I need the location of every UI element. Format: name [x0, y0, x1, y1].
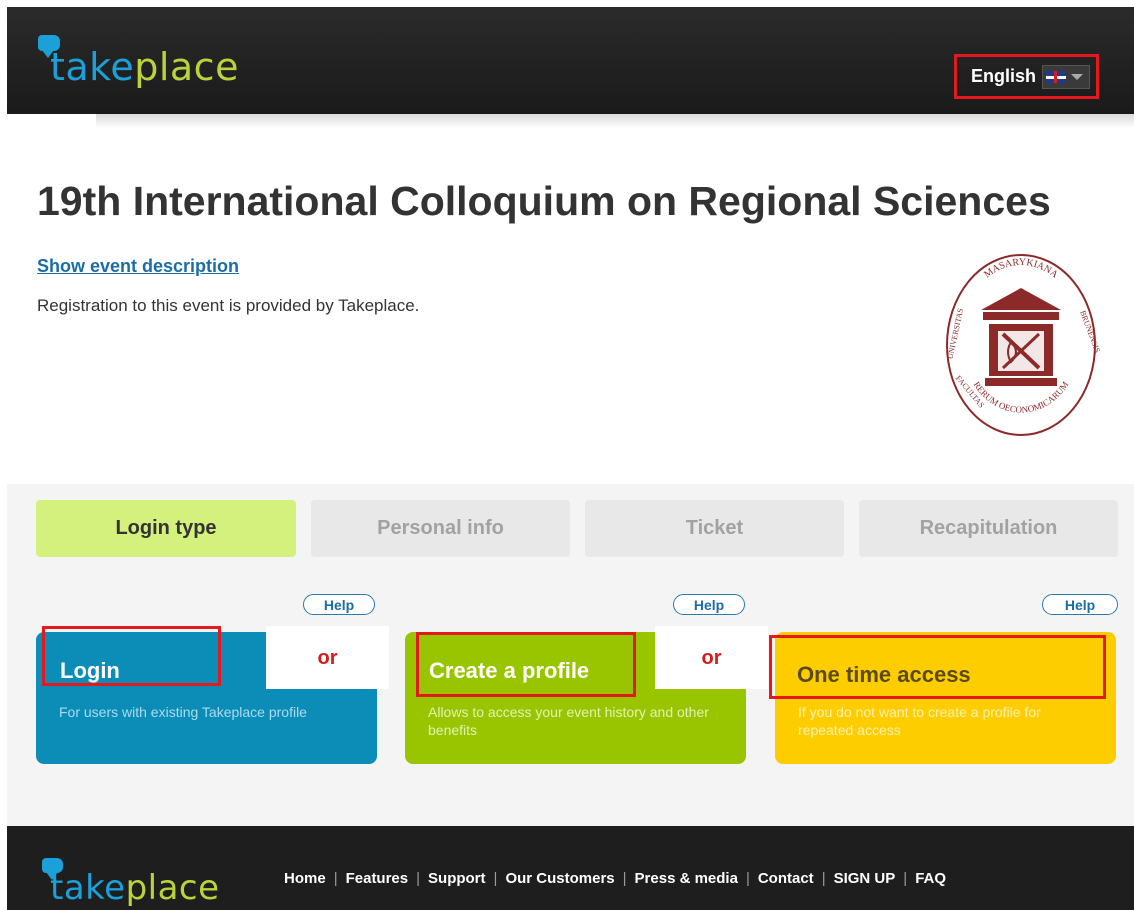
logo-text-place: place	[125, 868, 220, 908]
step-recapitulation[interactable]: Recapitulation	[859, 500, 1118, 557]
logo-text-take: take	[50, 45, 135, 89]
footer-link-features[interactable]: Features	[346, 870, 409, 887]
site-footer: takeplace Home | Features | Support | Our C…	[7, 826, 1134, 910]
or-label: or	[317, 647, 338, 669]
show-event-description-link[interactable]: Show event description	[37, 256, 239, 277]
takeplace-logo[interactable]: takeplace	[38, 35, 239, 89]
uk-flag-icon	[1046, 70, 1067, 83]
footer-link-sign-up[interactable]: SIGN UP	[834, 870, 896, 887]
footer-nav: Home | Features | Support | Our Customers | …	[284, 870, 947, 887]
footer-link-contact[interactable]: Contact	[758, 870, 814, 887]
footer-link-faq[interactable]: FAQ	[915, 870, 946, 887]
event-title: 19th International Colloquium on Regiona…	[37, 178, 1051, 224]
footer-link-support[interactable]: Support	[428, 870, 486, 887]
or-label: or	[701, 647, 722, 669]
logo-text-place: place	[134, 45, 239, 89]
logo-text-take: take	[50, 868, 126, 908]
create-profile-description: Allows to access your event history and …	[428, 704, 709, 738]
or-separator-2: or	[655, 626, 768, 689]
language-label: English	[971, 66, 1037, 86]
svg-text:BRUNENSIS: BRUNENSIS	[1078, 309, 1101, 354]
login-description: For users with existing Takeplace profil…	[59, 704, 307, 720]
university-seal-logo: MASARYKIANA RERUM OECONOMICARUM UNIVERSI…	[946, 254, 1101, 436]
step-personal-info[interactable]: Personal info	[311, 500, 570, 557]
registration-note: Registration to this event is provided b…	[37, 296, 420, 315]
speech-bubble-icon	[38, 35, 60, 58]
step-ticket[interactable]: Ticket	[585, 500, 844, 557]
step-login-type[interactable]: Login type	[36, 500, 296, 557]
highlight-create-profile	[416, 632, 636, 697]
footer-link-press-media[interactable]: Press & media	[635, 870, 738, 887]
one-time-access-description: If you do not want to create a profile f…	[798, 704, 1041, 738]
seal-text-right: BRUNENSIS	[1078, 309, 1101, 354]
create-profile-help-button[interactable]: Help	[673, 594, 745, 615]
one-time-access-help-button[interactable]: Help	[1042, 594, 1118, 615]
site-header: takeplace English	[7, 7, 1134, 114]
or-separator-1: or	[266, 626, 389, 689]
language-selector[interactable]: English	[954, 54, 1099, 99]
footer-link-our-customers[interactable]: Our Customers	[505, 870, 614, 887]
footer-takeplace-logo[interactable]: takeplace	[42, 858, 220, 908]
speech-bubble-icon	[42, 858, 63, 880]
language-dropdown[interactable]	[1042, 64, 1091, 89]
login-help-button[interactable]: Help	[303, 594, 375, 615]
header-shadow	[96, 114, 1134, 128]
highlight-one-time-access	[769, 635, 1106, 699]
footer-link-home[interactable]: Home	[284, 870, 326, 887]
highlight-login	[42, 626, 221, 686]
chevron-down-icon	[1071, 73, 1084, 80]
